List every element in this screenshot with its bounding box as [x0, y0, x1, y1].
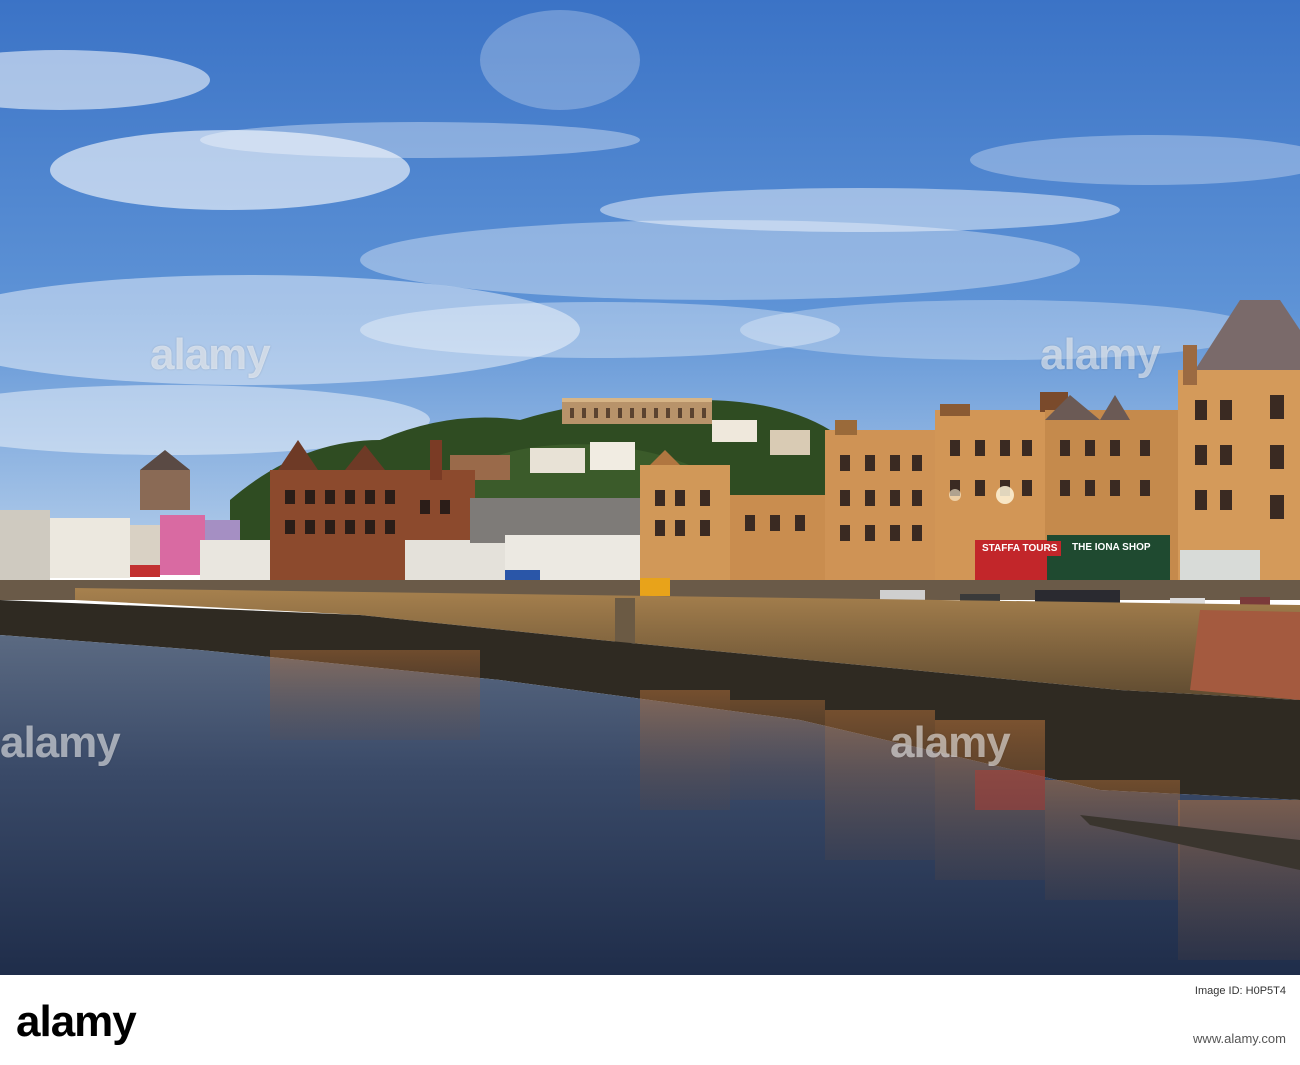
- alamy-url: www.alamy.com: [1193, 1031, 1286, 1046]
- staffa-tours-sign: STAFFA TOURS: [978, 541, 1062, 556]
- alamy-footer-bar: alamy Image ID: H0P5T4 www.alamy.com: [0, 975, 1300, 1065]
- watermark-brand: alamy: [0, 718, 121, 767]
- iona-shop-sign: THE IONA SHOP: [1068, 540, 1155, 555]
- watermark-brand: alamy: [1040, 330, 1161, 379]
- alamy-logo: alamy: [16, 997, 137, 1046]
- image-id-label: Image ID: H0P5T4: [1194, 985, 1286, 997]
- oban-waterfront-scene: [0, 0, 1300, 975]
- harbour-photo: STAFFA TOURS THE IONA SHOP alamy alamy a…: [0, 0, 1300, 975]
- watermark-brand: alamy: [150, 330, 271, 379]
- watermark-brand: alamy: [890, 718, 1011, 767]
